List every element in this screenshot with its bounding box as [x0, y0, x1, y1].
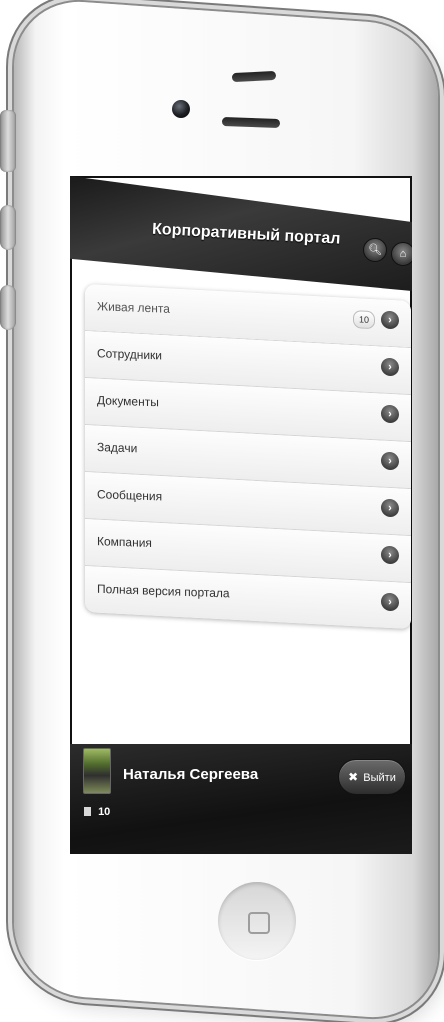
menu-item-label: Полная версия портала [97, 581, 230, 601]
chevron-right-icon: › [381, 310, 399, 330]
main-menu: Живая лента 10 › Сотрудники › Документы … [85, 284, 411, 630]
close-icon: ✖ [348, 770, 359, 784]
home-icon: ⌂ [399, 248, 407, 260]
chevron-right-icon: › [381, 498, 399, 518]
chevron-right-icon: › [381, 545, 399, 565]
menu-item-label: Живая лента [97, 299, 170, 316]
user-name: Наталья Сергеева [123, 766, 259, 783]
search-icon: 🔍︎ [368, 244, 382, 256]
avatar [83, 748, 111, 794]
notification-count[interactable]: 10 [84, 806, 110, 818]
menu-item-label: Сотрудники [97, 346, 162, 363]
phone-screen: Корпоративный портал 🔍︎ ⌂ Живая лента 10… [70, 176, 412, 854]
chevron-right-icon: › [381, 592, 399, 612]
menu-item-label: Задачи [97, 439, 138, 456]
chevron-right-icon: › [381, 357, 399, 377]
menu-item-label: Документы [97, 393, 159, 410]
search-button[interactable]: 🔍︎ [363, 238, 387, 262]
home-button[interactable]: ⌂ [391, 242, 412, 266]
chevron-right-icon: › [381, 404, 399, 424]
menu-item-label: Сообщения [97, 487, 163, 504]
document-icon [84, 807, 91, 816]
mute-switch [0, 110, 16, 172]
count-badge: 10 [353, 310, 375, 330]
volume-down-button [0, 285, 16, 330]
logout-label: Выйти [363, 772, 396, 784]
logout-button[interactable]: ✖ Выйти [338, 759, 406, 795]
device-home-button[interactable] [218, 882, 296, 960]
notification-count-value: 10 [98, 806, 111, 818]
volume-up-button [0, 205, 16, 250]
menu-item-label: Компания [97, 534, 152, 551]
front-camera [172, 100, 190, 118]
chevron-right-icon: › [381, 451, 399, 471]
home-square-icon [248, 912, 270, 934]
user-footer: Наталья Сергеева ✖ Выйти 10 [70, 744, 412, 854]
